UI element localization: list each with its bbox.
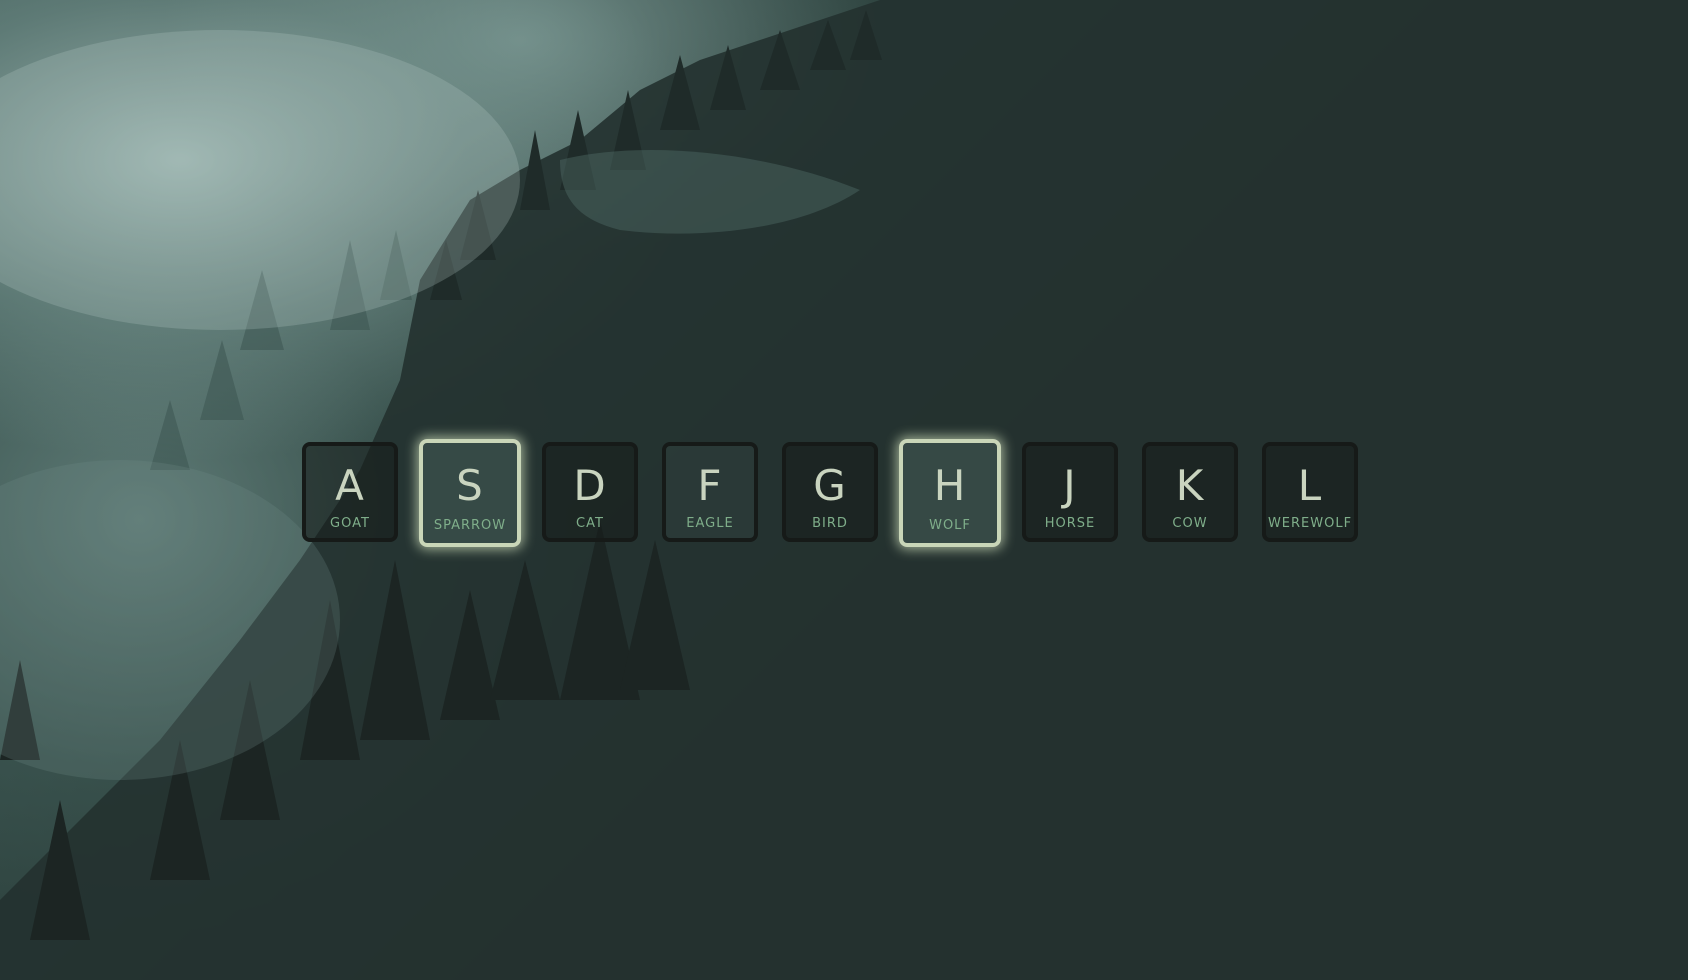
key-letter: S	[456, 461, 484, 510]
key-letter: H	[933, 461, 967, 510]
sound-label: SPARROW	[433, 518, 507, 533]
forest-background: A GOAT S SPARROW D CAT F EAGLE G BIRD H …	[0, 0, 1688, 980]
key-letter: G	[813, 461, 847, 510]
key-j[interactable]: J HORSE	[1022, 442, 1118, 542]
sound-label: WOLF	[929, 518, 971, 533]
key-f[interactable]: F EAGLE	[662, 442, 758, 542]
sound-label: WEREWOLF	[1267, 516, 1353, 531]
key-a[interactable]: A GOAT	[302, 442, 398, 542]
sound-label: CAT	[576, 516, 604, 531]
key-d[interactable]: D CAT	[542, 442, 638, 542]
key-letter: D	[573, 461, 607, 510]
drum-keys-row: A GOAT S SPARROW D CAT F EAGLE G BIRD H …	[302, 439, 1362, 548]
sound-label: GOAT	[330, 516, 370, 531]
key-letter: K	[1175, 461, 1205, 510]
key-letter: A	[335, 461, 365, 510]
key-k[interactable]: K COW	[1142, 442, 1238, 542]
key-letter: F	[697, 461, 723, 510]
sound-label: COW	[1172, 516, 1208, 531]
key-s[interactable]: S SPARROW	[419, 439, 521, 547]
sound-label: HORSE	[1044, 516, 1096, 531]
key-g[interactable]: G BIRD	[782, 442, 878, 542]
key-letter: L	[1297, 461, 1323, 510]
key-letter: J	[1063, 461, 1077, 510]
sound-label: EAGLE	[686, 516, 734, 531]
key-l[interactable]: L WEREWOLF	[1262, 442, 1358, 542]
key-h[interactable]: H WOLF	[899, 439, 1001, 547]
sound-label: BIRD	[812, 516, 848, 531]
